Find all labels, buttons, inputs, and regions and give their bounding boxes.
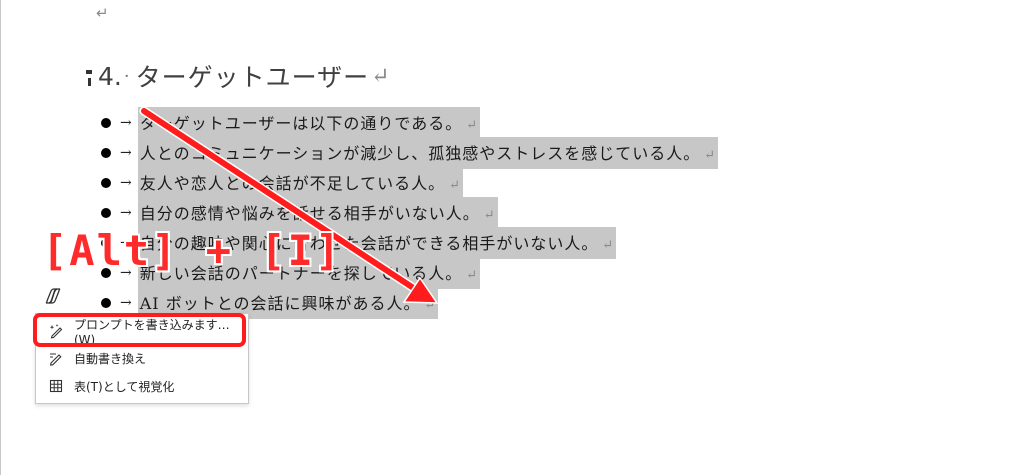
list-item-text: 自分の感情や悩みを話せる相手がいない人。 [139, 204, 480, 223]
bullet-icon [101, 208, 111, 218]
list-item-text: 友人や恋人との会話が不足している人。 [139, 174, 446, 193]
bullet-icon [101, 118, 111, 128]
heading-number: 4. [98, 61, 122, 91]
return-mark: ↵ [602, 238, 615, 253]
tab-arrow-mark: → [120, 295, 132, 311]
tab-arrow-mark: → [120, 145, 132, 161]
bullet-icon [101, 178, 111, 188]
bullet-icon [101, 298, 111, 308]
bullet-icon [101, 148, 111, 158]
copilot-icon[interactable] [44, 287, 62, 305]
list-item[interactable]: → 人とのコミュニケーションが減少し、孤独感やストレスを感じている人。 ↵ [96, 137, 719, 169]
return-mark: ↵ [449, 178, 462, 193]
list-item[interactable]: → 自分の感情や悩みを話せる相手がいない人。 ↵ [96, 197, 718, 229]
selected-text[interactable]: 人とのコミュニケーションが減少し、孤独感やストレスを感じている人。 ↵ [137, 137, 719, 169]
return-mark: ↵ [483, 208, 496, 223]
list-item-text: AI ボットとの会話に興味がある人。 [139, 294, 421, 313]
return-mark: ↵ [466, 268, 479, 283]
table-grid-icon [48, 378, 64, 394]
tab-arrow-mark: → [120, 175, 132, 191]
heading-text: ターゲットユーザー [135, 63, 370, 92]
tab-arrow-mark: → [120, 115, 132, 131]
menu-item-auto-rewrite[interactable]: 自動書き換え [36, 345, 248, 371]
list-item[interactable]: → ターゲットユーザーは以下の通りである。 ↵ [96, 107, 718, 139]
list-item[interactable]: → 友人や恋人との会話が不足している人。 ↵ [96, 167, 718, 199]
return-mark: ↵ [424, 298, 437, 313]
selected-text[interactable]: 自分の感情や悩みを話せる相手がいない人。 ↵ [137, 197, 498, 229]
selected-text[interactable]: 友人や恋人との会話が不足している人。 ↵ [137, 167, 464, 199]
bullet-list: → ターゲットユーザーは以下の通りである。 ↵ → 人とのコミュニケーションが減少… [96, 107, 719, 319]
paragraph-mark: ↵ [96, 4, 109, 22]
section-heading[interactable]: 4. · ターゲットユーザー ↵ [86, 56, 390, 96]
heading-tab-mark: · [123, 65, 130, 87]
heading-collapse-handle-icon[interactable] [86, 66, 92, 86]
menu-item-highlight-box [33, 313, 246, 347]
menu-item-label: 表(T)として視覚化 [74, 379, 175, 394]
return-mark: ↵ [704, 148, 717, 163]
tab-arrow-mark: → [120, 205, 132, 221]
heading-return-mark: ↵ [371, 63, 390, 89]
list-item-text: ターゲットユーザーは以下の通りである。 [139, 114, 463, 133]
menu-item-label: 自動書き換え [74, 351, 147, 366]
page-left-edge [0, 0, 1, 475]
return-mark: ↵ [466, 118, 479, 133]
pencil-rewrite-icon [48, 350, 64, 366]
list-item-text: 人とのコミュニケーションが減少し、孤独感やストレスを感じている人。 [139, 144, 701, 163]
menu-item-visualize-table[interactable]: 表(T)として視覚化 [36, 373, 248, 399]
keyboard-shortcut-annotation: [Alt] + [I] [42, 226, 343, 275]
selected-text[interactable]: ターゲットユーザーは以下の通りである。 ↵ [137, 107, 481, 139]
